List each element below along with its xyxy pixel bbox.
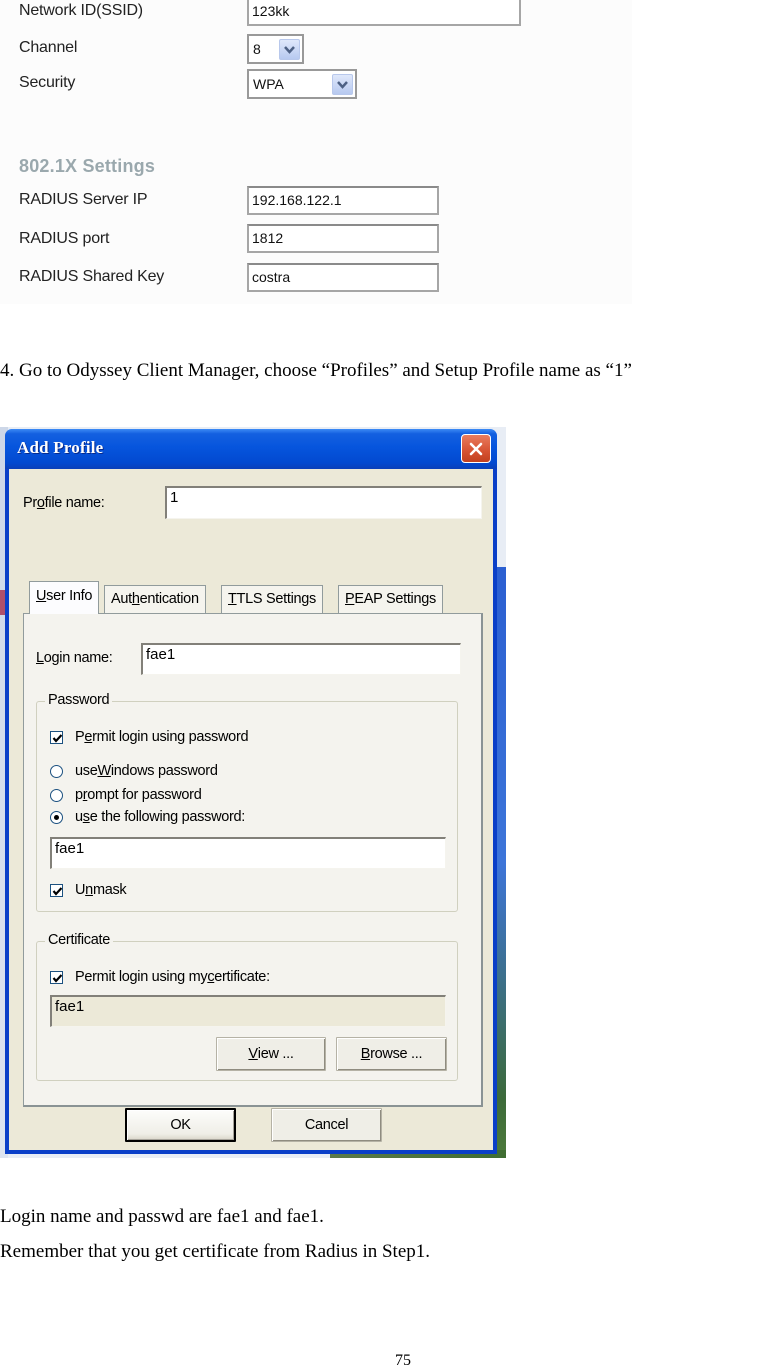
dialog-body: Profile name: 1 User Info Authentication… [9,469,493,1150]
mnemonic: o [36,495,45,511]
certificate-input[interactable]: fae1 [50,995,446,1027]
tab-user-info[interactable]: User Info [29,581,100,614]
chevron-down-icon[interactable] [279,39,300,60]
radio-button-selected[interactable] [50,810,63,824]
security-label: Security [19,74,76,91]
checkbox[interactable] [50,883,63,897]
note-credentials: Login name and passwd are fae1 and fae1. [0,1206,324,1227]
dialog-title: Add Profile [17,438,104,457]
radius-ip-label: RADIUS Server IP [19,191,148,208]
checkmark-icon [52,733,63,743]
ok-button[interactable]: OK [125,1108,236,1142]
label-part: P [75,729,85,745]
radio-button[interactable] [50,764,63,778]
security-value: WPA [253,76,284,92]
mnemonic: U [36,588,47,604]
checkbox[interactable] [50,970,63,984]
desktop-right-strip [496,567,506,1158]
tab-peap-settings[interactable]: PEAP Settings [338,585,443,613]
mnemonic: L [36,650,44,666]
mnemonic: n [85,882,93,898]
mnemonic: T [228,591,237,607]
security-select[interactable]: WPA [247,69,357,99]
label-part: u [75,809,83,825]
radio-windows-password[interactable]: use Windows password [50,763,218,779]
tab-label: Aut [111,591,132,607]
label-part: e the following password: [89,809,246,825]
label-part: p [75,787,83,803]
label-part: Permit login using my [75,969,208,985]
label-part: rmit login using password [92,729,249,745]
radio-prompt-password[interactable]: p r ompt for password [50,787,202,803]
label-part: mask [92,882,127,898]
close-button[interactable] [461,434,491,463]
router-settings-screenshot: Network ID(SSID) 123kk Channel 8 Securit… [0,0,632,304]
note-certificate: Remember that you get certificate from R… [0,1241,431,1262]
radius-ip-input[interactable]: 192.168.122.1 [247,186,439,215]
profile-name-label: Profile name: [23,495,105,511]
dialog-titlebar[interactable]: Add Profile [5,429,497,469]
label-part: ertificate: [214,969,270,985]
label-part: indows password [110,763,218,779]
login-name-label: Login name: [36,650,113,666]
chevron-down-icon[interactable] [332,74,353,95]
mnemonic: P [345,591,355,607]
section-title-8021x: 802.1X Settings [19,156,156,176]
certificate-groupbox: Certificate Permit login using my c ertif… [36,932,458,1081]
profile-name-input[interactable]: 1 [165,486,482,519]
cancel-button[interactable]: Cancel [271,1108,382,1142]
browse-button[interactable]: Browse ... [336,1037,447,1071]
close-icon [469,442,483,455]
tab-authentication[interactable]: Authentication [104,585,206,613]
radius-key-input[interactable]: costra [247,263,439,292]
tab-label: ser Info [46,588,93,604]
mnemonic: h [131,591,140,607]
label-part: use [75,763,98,779]
password-group-title: Password [45,692,113,708]
tab-label: EAP Settings [354,591,436,607]
tab-ttls-settings[interactable]: TTLS Settings [221,585,323,613]
checkmark-icon [52,973,63,983]
radio-following-password[interactable]: use the following password: [50,809,245,825]
channel-select[interactable]: 8 [247,34,304,64]
mnemonic: V [248,1046,258,1062]
step4-instruction: 4. Go to Odyssey Client Manager, choose … [0,360,632,381]
password-groupbox: Password Pe rmit login using password use… [36,692,458,912]
mnemonic: c [207,969,215,985]
label-part: ompt for password [87,787,202,803]
user-info-panel: Login name: fae1 Password Pe rmit login u… [23,613,483,1107]
label-part: U [75,882,86,898]
label-part: Pr [23,495,37,511]
view-button[interactable]: View ... [216,1037,326,1071]
label-part: ogin name: [43,650,113,666]
password-input[interactable]: fae1 [50,837,446,869]
tab-label: entication [139,591,199,607]
ssid-input[interactable]: 123kk [247,0,521,26]
radius-key-label: RADIUS Shared Key [19,268,165,285]
checkmark-icon [52,886,63,896]
certificate-group-title: Certificate [45,932,113,948]
radius-port-input[interactable]: 1812 [247,224,439,253]
button-label: iew ... [257,1046,294,1062]
channel-label: Channel [19,39,78,56]
permit-password-checkbox[interactable]: Pe rmit login using password [50,729,249,745]
add-profile-dialog: Add Profile Profile name: 1 User Info Au… [5,429,497,1154]
radius-port-label: RADIUS port [19,230,110,247]
unmask-checkbox[interactable]: Un mask [50,882,127,898]
label-part: file name: [44,495,105,511]
login-name-input[interactable]: fae1 [141,643,461,675]
channel-value: 8 [253,41,261,57]
mnemonic: B [360,1046,371,1062]
mnemonic: e [84,729,93,745]
button-label: rowse ... [370,1046,423,1062]
tab-label: TLS Settings [236,591,317,607]
mnemonic: W [97,763,111,779]
ssid-label: Network ID(SSID) [19,2,143,19]
page-number: 75 [395,1352,411,1369]
mnemonic: s [82,809,90,825]
checkbox[interactable] [50,730,63,744]
permit-certificate-checkbox[interactable]: Permit login using my c ertificate: [50,969,270,985]
radio-button[interactable] [50,788,63,802]
